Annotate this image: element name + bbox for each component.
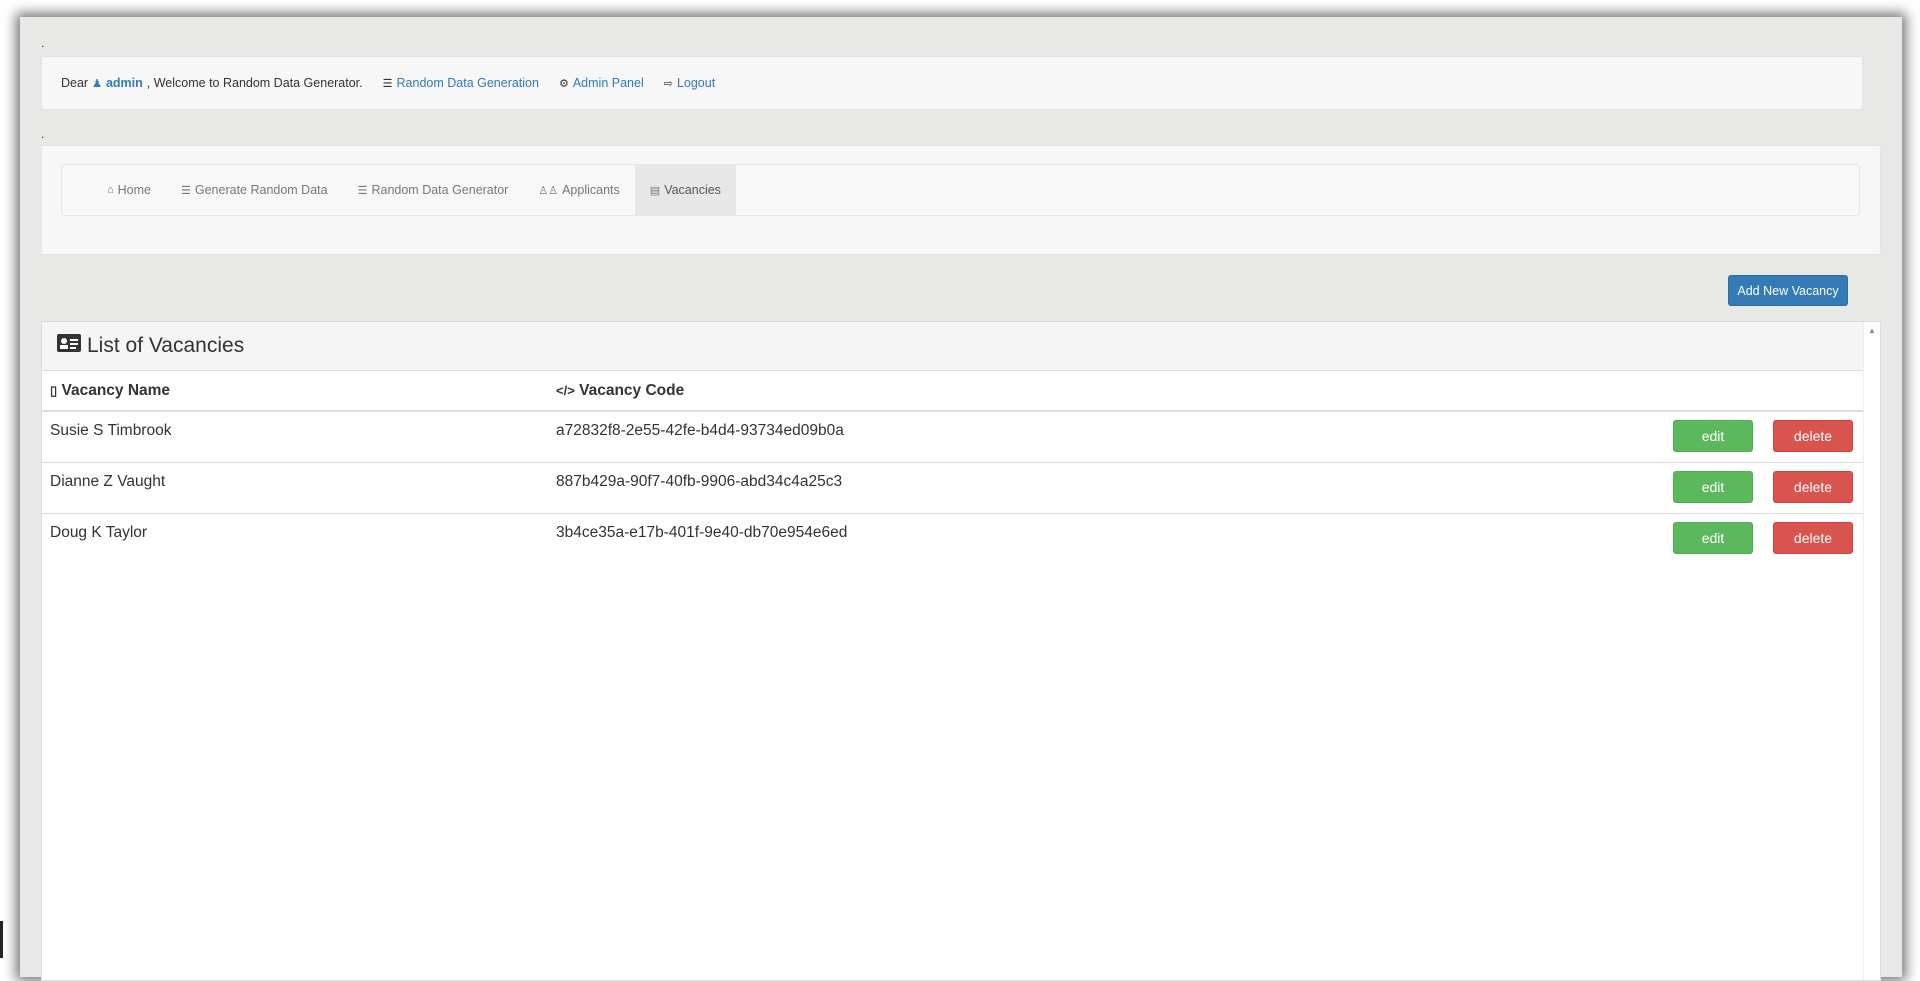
vacancy-name: Doug K Taylor [50, 524, 148, 541]
code-icon: </> [556, 382, 575, 398]
column-header-actions [1345, 371, 1865, 412]
corner-artifact [0, 921, 3, 958]
table-row: Dianne Z Vaught 887b429a-90f7-40fb-9906-… [42, 462, 1865, 514]
table-row: Susie S Timbrook a72832f8-2e55-42fe-b4d4… [42, 410, 1865, 463]
edit-button[interactable]: edit [1673, 471, 1753, 503]
spacer-dot: . [41, 127, 45, 141]
column-header-vacancy-code[interactable]: </> Vacancy Code [548, 371, 1346, 412]
welcome-text: , Welcome to Random Data Generator. [146, 76, 363, 90]
username[interactable]: admin [106, 76, 143, 90]
greeting-dear: Dear [61, 76, 89, 90]
delete-button[interactable]: delete [1773, 522, 1853, 554]
database-icon: ☰ [382, 77, 393, 90]
edit-button[interactable]: edit [1673, 420, 1753, 452]
home-icon: ⌂ [107, 184, 114, 196]
vacancy-name: Dianne Z Vaught [50, 473, 166, 490]
logout-link[interactable]: ⇨ Logout [664, 76, 715, 90]
nav-item-random-data-generator[interactable]: ☰ Random Data Generator [343, 165, 524, 215]
panel-heading: List of Vacancies [42, 322, 1880, 371]
vacancy-name: Susie S Timbrook [50, 422, 172, 439]
vacancy-code: a72832f8-2e55-42fe-b4d4-93734ed09b0a [556, 422, 844, 439]
main-navbar: ⌂ Home ☰ Generate Random Data ☰ Random D… [61, 164, 1860, 216]
actions-cell: edit delete [1345, 513, 1865, 564]
vacancies-panel: List of Vacancies ▯ Vacancy Name </> Vac… [41, 321, 1881, 981]
vacancy-name-cell: Dianne Z Vaught [42, 462, 548, 514]
admin-panel-label[interactable]: Admin Panel [573, 76, 644, 90]
nav-item-label: Applicants [562, 183, 620, 197]
nav-item-label: Random Data Generator [371, 183, 509, 197]
logout-label[interactable]: Logout [677, 76, 715, 90]
column-header-vacancy-name[interactable]: ▯ Vacancy Name [42, 371, 548, 412]
nav-item-generate-random-data[interactable]: ☰ Generate Random Data [166, 165, 343, 215]
vacancy-code: 3b4ce35a-e17b-401f-9e40-db70e954e6ed [556, 524, 848, 541]
user-secret-icon: ♟ [92, 77, 102, 90]
sign-out-icon: ⇨ [663, 77, 673, 90]
panel-title: List of Vacancies [87, 334, 245, 357]
nav-item-applicants[interactable]: ♙♙ Applicants [523, 165, 634, 215]
random-data-generation-link[interactable]: ☰ Random Data Generation [383, 76, 539, 90]
vacancy-name-cell: Doug K Taylor [42, 513, 548, 564]
database-icon: ☰ [357, 184, 368, 197]
delete-button[interactable]: delete [1773, 471, 1853, 503]
vacancy-code-cell: 887b429a-90f7-40fb-9906-abd34c4a25c3 [548, 462, 1346, 514]
add-new-vacancy-button[interactable]: Add New Vacancy [1728, 275, 1848, 306]
panel-scrollbar[interactable]: ▲ [1863, 322, 1880, 980]
actions-cell: edit delete [1345, 462, 1865, 514]
nav-item-vacancies[interactable]: ▤ Vacancies [634, 165, 736, 215]
users-icon: ♙♙ [538, 184, 559, 197]
id-badge-icon: ▯ [50, 382, 58, 398]
table-row: Doug K Taylor 3b4ce35a-e17b-401f-9e40-db… [42, 513, 1865, 564]
vacancy-code-cell: a72832f8-2e55-42fe-b4d4-93734ed09b0a [548, 410, 1346, 463]
random-data-generation-label[interactable]: Random Data Generation [397, 76, 539, 90]
spacer-dot: . [41, 36, 45, 50]
nav-item-label: Home [117, 183, 151, 197]
delete-button[interactable]: delete [1773, 420, 1853, 452]
vacancies-table: ▯ Vacancy Name </> Vacancy Code Susie S … [42, 371, 1865, 564]
table-header-row: ▯ Vacancy Name </> Vacancy Code [42, 371, 1865, 412]
nav-item-label: Vacancies [664, 183, 721, 197]
actions-cell: edit delete [1345, 410, 1865, 463]
vacancy-code-cell: 3b4ce35a-e17b-401f-9e40-db70e954e6ed [548, 513, 1346, 564]
id-card-icon: ▤ [649, 184, 661, 197]
admin-panel-link[interactable]: ⚙ Admin Panel [559, 76, 644, 90]
edit-button[interactable]: edit [1673, 522, 1753, 554]
nav-container: ⌂ Home ☰ Generate Random Data ☰ Random D… [41, 145, 1881, 255]
gears-icon: ⚙ [558, 77, 569, 90]
user-link[interactable]: ♟ admin [92, 76, 143, 90]
scroll-up-icon[interactable]: ▲ [1868, 326, 1876, 335]
column-label: Vacancy Name [61, 381, 171, 399]
user-bar: Dear ♟ admin , Welcome to Random Data Ge… [41, 56, 1863, 110]
database-icon: ☰ [181, 184, 191, 197]
column-label: Vacancy Code [579, 381, 685, 399]
vacancy-code: 887b429a-90f7-40fb-9906-abd34c4a25c3 [556, 473, 843, 490]
nav-item-label: Generate Random Data [194, 183, 328, 197]
vacancy-name-cell: Susie S Timbrook [42, 410, 548, 463]
app-window: . Dear ♟ admin , Welcome to Random Data … [20, 17, 1902, 981]
nav-item-home[interactable]: ⌂ Home [92, 165, 166, 215]
id-card-icon [57, 334, 81, 358]
